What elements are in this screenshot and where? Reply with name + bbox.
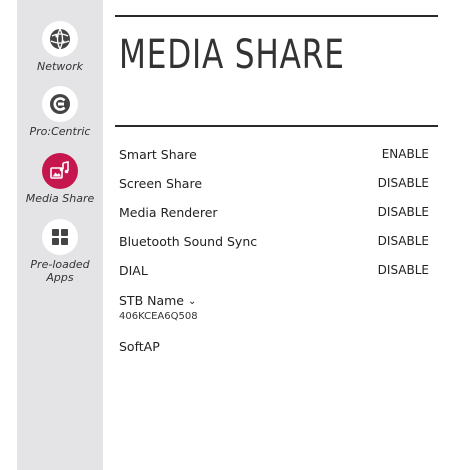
sidebar-item-label: Media Share xyxy=(25,192,95,205)
main-panel: MEDIA SHARE Smart Share ENABLE Screen Sh… xyxy=(103,0,459,470)
setting-value: ENABLE xyxy=(381,147,429,161)
media-share-icon xyxy=(42,153,78,189)
sidebar-item-label: Pro:Centric xyxy=(29,125,91,138)
divider xyxy=(115,15,438,17)
divider xyxy=(115,125,438,127)
sidebar-item-media-share[interactable]: Media Share xyxy=(17,153,103,205)
sidebar: Network Pro:Centric Media Share Pre-load… xyxy=(17,0,103,470)
setting-value: DISABLE xyxy=(377,176,429,190)
setting-label: Media Renderer xyxy=(119,205,218,220)
sidebar-item-label: Pre-loaded Apps xyxy=(30,258,90,284)
setting-value: DISABLE xyxy=(377,205,429,219)
setting-label: DIAL xyxy=(119,263,148,278)
setting-label: STB Name xyxy=(119,293,184,308)
stb-name-value: 406KCEA6Q508 xyxy=(119,311,198,322)
sidebar-item-pre-loaded-apps[interactable]: Pre-loaded Apps xyxy=(17,219,103,284)
setting-label: Smart Share xyxy=(119,147,197,162)
sidebar-item-procentric[interactable]: Pro:Centric xyxy=(17,86,103,138)
setting-label: Screen Share xyxy=(119,176,203,191)
setting-value: DISABLE xyxy=(377,263,429,277)
sidebar-item-label: Network xyxy=(37,60,83,73)
procentric-icon xyxy=(42,86,78,122)
page-title: MEDIA SHARE xyxy=(119,32,345,78)
sidebar-item-network[interactable]: Network xyxy=(17,21,103,73)
setting-value: DISABLE xyxy=(377,234,429,248)
globe-icon xyxy=(42,21,78,57)
setting-label: Bluetooth Sound Sync xyxy=(119,234,258,249)
setting-label: SoftAP xyxy=(119,339,160,354)
apps-grid-icon xyxy=(42,219,78,255)
chevron-down-icon: ⌄ xyxy=(188,296,197,307)
